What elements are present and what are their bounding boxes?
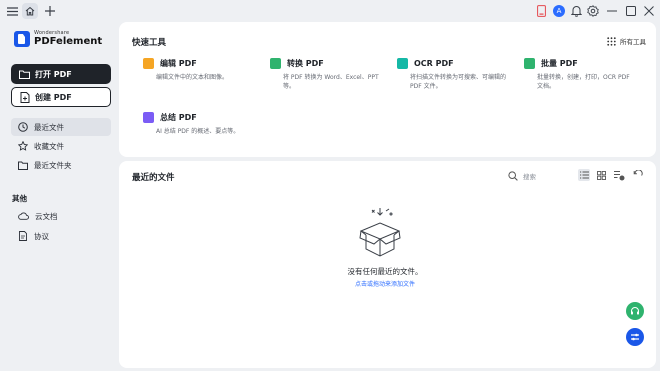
- tool-summarize-pdf[interactable]: 总结 PDF AI 总结 PDF 的概述、要点等。: [143, 112, 273, 136]
- app-logo: Wondershare PDFelement: [14, 31, 102, 47]
- tool-desc: 将 PDF 转换为 Word、Excel、PPT 等。: [283, 74, 379, 90]
- list-view-icon[interactable]: [578, 169, 590, 181]
- tool-desc: 编辑文件中的文本和图像。: [156, 74, 229, 81]
- convert-pdf-icon: [270, 58, 281, 69]
- quick-tools-panel: 快速工具 所有工具 编辑 PDF 编辑文件中的文本和图像。 转换 PDF 将 P…: [119, 22, 656, 157]
- grid-icon: [607, 36, 616, 46]
- sidebar-item-recent-files[interactable]: 最近文件: [11, 118, 111, 136]
- star-icon: [18, 141, 28, 151]
- create-file-icon: [20, 91, 30, 103]
- title-bar: A: [0, 0, 660, 22]
- summarize-pdf-icon: [143, 112, 154, 123]
- document-icon: [19, 231, 27, 241]
- tool-name: OCR PDF: [414, 59, 454, 68]
- sidebar-item-label: 最近文件夹: [34, 160, 72, 170]
- manage-list-icon[interactable]: [613, 169, 625, 181]
- headset-icon: [631, 307, 639, 315]
- tool-edit-pdf[interactable]: 编辑 PDF 编辑文件中的文本和图像。: [143, 58, 263, 82]
- create-pdf-label: 创建 PDF: [35, 92, 72, 102]
- all-tools-button[interactable]: 所有工具: [607, 36, 646, 46]
- open-pdf-label: 打开 PDF: [35, 69, 72, 79]
- sidebar-item-agreement[interactable]: 协议: [11, 227, 111, 245]
- minimize-icon[interactable]: [604, 3, 620, 19]
- sidebar-item-label: 云文档: [35, 211, 58, 221]
- tool-ocr-pdf[interactable]: OCR PDF 将扫描文件转换为可搜索、可编辑的 PDF 文件。: [397, 58, 509, 91]
- search-input[interactable]: 搜索: [508, 168, 576, 183]
- recent-files-panel: [119, 161, 656, 368]
- bell-icon[interactable]: [568, 3, 584, 19]
- cloud-icon: [18, 212, 29, 220]
- sidebar-item-label: 收藏文件: [34, 141, 64, 151]
- search-icon: [508, 170, 518, 181]
- logo-product: PDFelement: [34, 36, 103, 47]
- create-pdf-button[interactable]: 创建 PDF: [11, 87, 111, 107]
- edit-pdf-icon: [143, 58, 154, 69]
- recent-files-title: 最近的文件: [132, 173, 175, 183]
- tool-desc: 批量转换，创建，打印，OCR PDF 文档。: [537, 74, 630, 90]
- quick-tools-title: 快速工具: [132, 38, 167, 48]
- maximize-icon[interactable]: [623, 3, 639, 19]
- empty-box-illustration: [358, 205, 402, 261]
- open-pdf-button[interactable]: 打开 PDF: [11, 64, 111, 84]
- refresh-icon[interactable]: [632, 169, 644, 181]
- empty-state-title: 没有任何最近的文件。: [347, 267, 423, 276]
- sidebar-item-favorites[interactable]: 收藏文件: [11, 137, 111, 155]
- folder-open-icon: [19, 70, 30, 79]
- search-placeholder: 搜索: [523, 172, 536, 181]
- other-section-label: 其他: [12, 194, 27, 203]
- sidebar-item-recent-folders[interactable]: 最近文件夹: [11, 156, 111, 174]
- tool-name: 批量 PDF: [541, 59, 578, 68]
- tool-convert-pdf[interactable]: 转换 PDF 将 PDF 转换为 Word、Excel、PPT 等。: [270, 58, 384, 91]
- hamburger-icon[interactable]: [4, 3, 20, 19]
- folder-icon: [18, 161, 28, 170]
- sliders-icon: [631, 333, 639, 341]
- tool-name: 总结 PDF: [160, 113, 197, 122]
- sidebar-item-cloud[interactable]: 云文档: [11, 207, 111, 225]
- close-icon[interactable]: [641, 3, 657, 19]
- grid-view-icon[interactable]: [595, 169, 607, 181]
- sidebar-item-label: 最近文件: [34, 122, 64, 132]
- ocr-pdf-icon: [397, 58, 408, 69]
- batch-pdf-icon: [524, 58, 535, 69]
- tool-desc: AI 总结 PDF 的概述、要点等。: [156, 128, 240, 135]
- clock-icon: [18, 122, 28, 132]
- device-icon[interactable]: [533, 3, 549, 19]
- gear-icon[interactable]: [585, 3, 601, 19]
- plus-icon[interactable]: [42, 3, 58, 19]
- add-files-link[interactable]: 点击或拖动来添加文件: [300, 279, 470, 288]
- all-tools-label: 所有工具: [620, 38, 646, 46]
- home-icon[interactable]: [22, 3, 38, 19]
- tool-batch-pdf[interactable]: 批量 PDF 批量转换，创建，打印，OCR PDF 文档。: [524, 58, 636, 91]
- tool-desc: 将扫描文件转换为可搜索、可编辑的 PDF 文件。: [410, 74, 507, 90]
- sidebar-item-label: 协议: [34, 231, 49, 241]
- tool-name: 转换 PDF: [287, 59, 324, 68]
- avatar[interactable]: A: [551, 3, 567, 19]
- support-button[interactable]: [626, 302, 644, 320]
- pdfelement-logo-icon: [14, 31, 30, 47]
- sidebar: Wondershare PDFelement 打开 PDF 创建 PDF 最近文…: [0, 22, 118, 371]
- tool-name: 编辑 PDF: [160, 59, 197, 68]
- ai-assistant-button[interactable]: [626, 328, 644, 346]
